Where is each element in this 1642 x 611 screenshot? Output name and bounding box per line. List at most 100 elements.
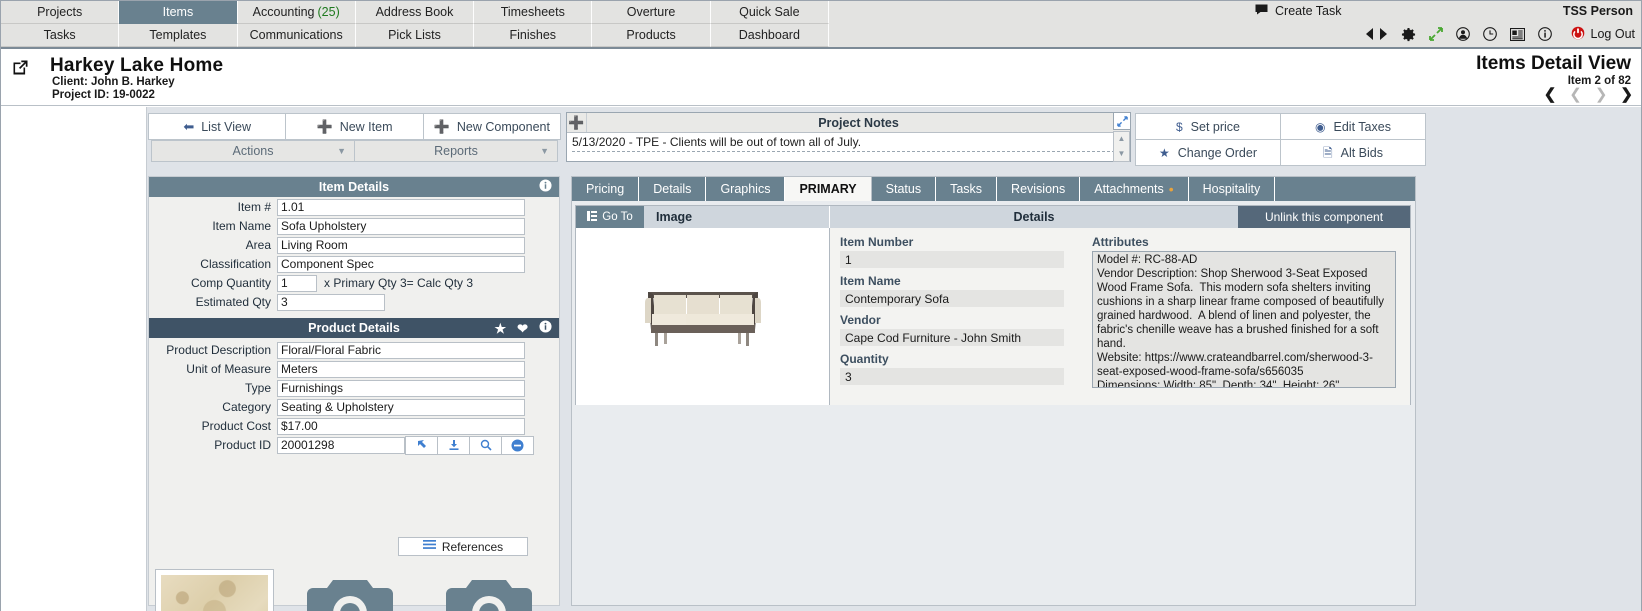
change-order-button[interactable]: ★ Change Order xyxy=(1135,139,1281,166)
project-notes-body[interactable]: 5/13/2020 - TPE - Clients will be out of… xyxy=(567,133,1130,161)
field-label: Item # xyxy=(237,200,271,214)
tab-hospitality[interactable]: Hospitality xyxy=(1188,177,1276,201)
attributes-textarea[interactable]: Model #: RC-88-AD Vendor Description: Sh… xyxy=(1092,251,1396,388)
field-input[interactable]: Living Room xyxy=(277,236,525,254)
product-id-label: Product ID xyxy=(214,438,271,452)
scroll-up-icon[interactable]: ▲ xyxy=(1118,135,1126,143)
component-field-value[interactable]: 1 xyxy=(840,251,1064,268)
nav-tab-products[interactable]: Products xyxy=(592,24,711,47)
field-input[interactable]: Meters xyxy=(277,360,525,378)
nav-tab-label: Communications xyxy=(249,28,343,42)
top-navigation: Projects Items Accounting (25) Address Book T… xyxy=(1,1,1641,49)
chevron-down-icon: ▼ xyxy=(540,146,549,156)
tab-details[interactable]: Details xyxy=(639,177,707,201)
comp-quantity-formula: x Primary Qty 3= Calc Qty 3 xyxy=(324,276,474,290)
info-icon[interactable] xyxy=(1537,27,1552,41)
expand-icon[interactable] xyxy=(1428,27,1443,41)
nav-tab-dashboard[interactable]: Dashboard xyxy=(710,24,829,47)
nav-tab-accounting[interactable]: Accounting (25) xyxy=(237,1,356,24)
pager-prev-button[interactable]: ❮ xyxy=(1569,87,1582,102)
pager-first-button[interactable]: ❮ xyxy=(1544,87,1557,102)
item-details-panel: Item Details Item # 1.01 Item Name Sofa Uph… xyxy=(148,176,560,611)
clock-icon[interactable] xyxy=(1482,27,1497,41)
notes-scrollbar[interactable]: ▲ ▼ xyxy=(1113,131,1130,162)
field-input[interactable]: $17.00 xyxy=(277,417,525,435)
edit-taxes-button[interactable]: ◉ Edit Taxes xyxy=(1280,113,1426,140)
remove-icon[interactable] xyxy=(501,435,534,455)
field-input[interactable]: 1.01 xyxy=(277,198,525,216)
user-icon[interactable] xyxy=(1455,27,1470,41)
tab-status[interactable]: Status xyxy=(871,177,937,201)
info-icon[interactable] xyxy=(539,179,552,195)
nav-tab-communications[interactable]: Communications xyxy=(237,24,356,47)
arrow-up-left-icon[interactable] xyxy=(405,435,438,455)
component-field-list: Item Number 1 Item Name Contemporary Sofa Ve… xyxy=(830,235,1080,405)
prev-arrow-icon[interactable] xyxy=(1365,28,1374,40)
heart-icon[interactable]: ❤ xyxy=(517,322,528,335)
scroll-down-icon[interactable]: ▼ xyxy=(1118,149,1126,158)
tab-tasks[interactable]: Tasks xyxy=(936,177,998,201)
star-icon[interactable]: ★ xyxy=(494,322,506,335)
comp-quantity-input[interactable]: 1 xyxy=(277,274,317,292)
notes-expand-button[interactable] xyxy=(1113,112,1131,130)
field-input[interactable]: Sofa Upholstery xyxy=(277,217,525,235)
tab-primary[interactable]: PRIMARY xyxy=(785,177,872,201)
component-field-value[interactable]: 3 xyxy=(840,368,1064,385)
nav-tab-projects[interactable]: Projects xyxy=(1,1,120,24)
reports-dropdown[interactable]: Reports ▼ xyxy=(354,140,558,162)
nav-tab-templates[interactable]: Templates xyxy=(119,24,238,47)
field-input[interactable]: Component Spec xyxy=(277,255,525,273)
add-photo-button-1[interactable] xyxy=(307,572,393,611)
field-row: Product Cost $17.00 xyxy=(149,417,559,435)
nav-tab-overture[interactable]: Overture xyxy=(592,1,711,24)
add-note-button[interactable]: ➕ xyxy=(567,113,587,132)
search-icon[interactable] xyxy=(469,435,502,455)
gear-icon[interactable] xyxy=(1401,27,1416,42)
create-task-button[interactable]: Create Task xyxy=(1255,4,1341,18)
nav-tab-tasks[interactable]: Tasks xyxy=(1,24,120,47)
info-icon[interactable] xyxy=(539,320,552,336)
tab-attachments[interactable]: Attachments • xyxy=(1080,177,1189,201)
product-id-input[interactable]: 20001298 xyxy=(277,436,405,454)
tab-revisions[interactable]: Revisions xyxy=(997,177,1081,201)
news-icon[interactable] xyxy=(1509,27,1525,41)
alt-bids-button[interactable]: 🗎 Alt Bids xyxy=(1280,139,1426,166)
top-right-row-2: Log Out xyxy=(1241,23,1641,45)
nav-tab-pick-lists[interactable]: Pick Lists xyxy=(355,24,475,47)
estimated-qty-input[interactable]: 3 xyxy=(277,293,385,311)
component-field-value[interactable]: Cape Cod Furniture - John Smith xyxy=(840,329,1064,346)
new-item-button[interactable]: ➕ New Item xyxy=(285,113,424,140)
download-icon[interactable] xyxy=(437,435,470,455)
next-arrow-icon[interactable] xyxy=(1379,28,1388,40)
nav-tab-timesheets[interactable]: Timesheets xyxy=(474,1,593,24)
tab-graphics[interactable]: Graphics xyxy=(706,177,786,201)
view-title: Items Detail View xyxy=(1476,53,1631,74)
nav-tab-finishes[interactable]: Finishes xyxy=(474,24,593,47)
component-card-body: Item Number 1 Item Name Contemporary Sofa Ve… xyxy=(576,228,1410,405)
nav-tab-quick-sale[interactable]: Quick Sale xyxy=(710,1,829,24)
field-input[interactable]: Furnishings xyxy=(277,379,525,397)
field-input[interactable]: Floral/Floral Fabric xyxy=(277,341,525,359)
tab-label: Hospitality xyxy=(1202,182,1261,196)
list-view-button[interactable]: ⬅ List View xyxy=(148,113,287,140)
new-component-button[interactable]: ➕ New Component xyxy=(422,113,561,140)
tab-pricing[interactable]: Pricing xyxy=(572,177,640,201)
fabric-swatch-thumbnail[interactable] xyxy=(155,569,274,611)
component-field-value[interactable]: Contemporary Sofa xyxy=(840,290,1064,307)
actions-dropdown[interactable]: Actions ▼ xyxy=(151,140,355,162)
field-input[interactable]: Seating & Upholstery xyxy=(277,398,525,416)
pager-next-button[interactable]: ❯ xyxy=(1595,87,1608,102)
external-link-icon[interactable] xyxy=(12,59,29,79)
add-photo-button-2[interactable] xyxy=(446,572,532,611)
tab-label: Tasks xyxy=(950,182,983,196)
set-price-button[interactable]: $ Set price xyxy=(1135,113,1281,140)
unlink-component-button[interactable]: Unlink this component xyxy=(1238,206,1410,228)
references-button[interactable]: References xyxy=(398,537,528,556)
pager-last-button[interactable]: ❯ xyxy=(1620,87,1633,102)
goto-button[interactable]: Go To xyxy=(576,206,644,228)
logout-button[interactable]: Log Out xyxy=(1571,26,1635,43)
references-label: References xyxy=(441,539,504,554)
nav-tab-address-book[interactable]: Address Book xyxy=(355,1,475,24)
nav-tab-items[interactable]: Items xyxy=(119,1,238,24)
field-label: Type xyxy=(244,381,271,395)
